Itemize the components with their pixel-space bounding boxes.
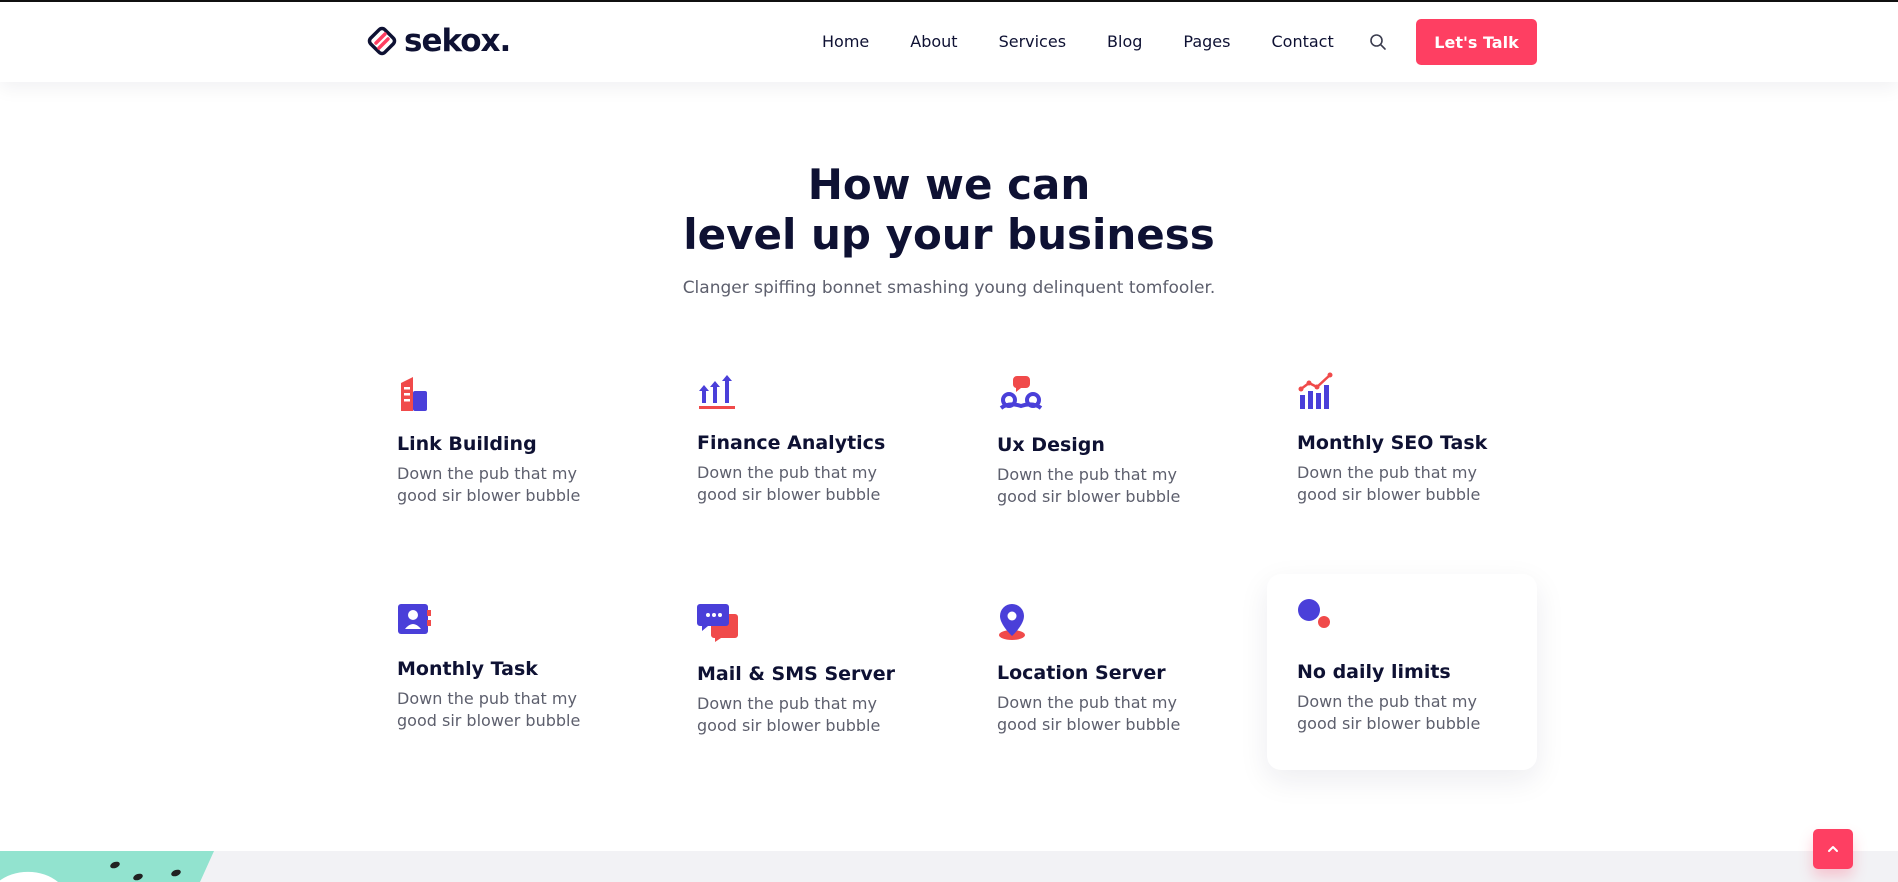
service-card-monthly-seo-task[interactable]: Monthly SEO Task Down the pub that my go… — [1267, 355, 1537, 551]
brand-name: sekox. — [404, 23, 511, 59]
service-card-mail-sms-server[interactable]: Mail & SMS Server Down the pub that my g… — [667, 578, 937, 774]
ux-design-icon — [997, 372, 1045, 412]
title-line-2: level up your business — [683, 210, 1215, 259]
chart-growth-icon — [1297, 371, 1337, 411]
nav-contact[interactable]: Contact — [1271, 32, 1333, 52]
service-card-monthly-task[interactable]: Monthly Task Down the pub that my good s… — [367, 578, 637, 774]
section-title: How we can level up your business — [0, 160, 1898, 260]
chevron-up-icon — [1828, 846, 1838, 852]
service-title: Ux Design — [997, 434, 1105, 456]
service-desc: Down the pub that my good sir blower bub… — [997, 693, 1181, 734]
service-title: Monthly SEO Task — [1297, 432, 1488, 454]
dots-icon — [1297, 596, 1333, 636]
lets-talk-button[interactable]: Let's Talk — [1416, 19, 1537, 65]
service-desc: Down the pub that my good sir blower bub… — [697, 463, 881, 504]
service-title: Link Building — [397, 433, 537, 455]
nav-services[interactable]: Services — [999, 32, 1066, 52]
brand-logo[interactable]: sekox. — [366, 23, 511, 59]
back-to-top-button[interactable] — [1813, 829, 1853, 869]
service-card-link-building[interactable]: Link Building Down the pub that my good … — [367, 355, 637, 551]
next-section-background — [0, 851, 1898, 882]
service-title: Mail & SMS Server — [697, 663, 896, 685]
search-icon[interactable] — [1369, 33, 1387, 51]
service-card-ux-design[interactable]: Ux Design Down the pub that my good sir … — [967, 355, 1237, 551]
logo-icon — [367, 26, 397, 56]
nav-blog[interactable]: Blog — [1107, 32, 1142, 52]
service-desc: Down the pub that my good sir blower bub… — [397, 464, 581, 505]
service-title: Location Server — [997, 662, 1166, 684]
service-desc: Down the pub that my good sir blower bub… — [1297, 692, 1481, 733]
chat-bubbles-icon — [697, 602, 739, 642]
section-subtitle: Clanger spiffing bonnet smashing young d… — [682, 278, 1216, 298]
service-desc: Down the pub that my good sir blower bub… — [1297, 463, 1481, 504]
nav-pages[interactable]: Pages — [1183, 32, 1230, 52]
analytics-arrows-icon — [697, 371, 737, 411]
decorative-blob — [0, 851, 214, 882]
location-pin-icon — [997, 602, 1027, 642]
service-card-location-server[interactable]: Location Server Down the pub that my goo… — [967, 578, 1237, 774]
service-card-no-daily-limits[interactable]: No daily limits Down the pub that my goo… — [1267, 574, 1537, 770]
service-title: Finance Analytics — [697, 432, 886, 454]
site-header: sekox. Home About Services Blog Pages Co… — [0, 2, 1898, 82]
title-line-1: How we can — [807, 160, 1091, 209]
building-icon — [397, 373, 437, 413]
service-title: No daily limits — [1297, 661, 1451, 683]
main-nav: Home About Services Blog Pages Contact — [822, 32, 1375, 52]
service-desc: Down the pub that my good sir blower bub… — [397, 689, 581, 730]
service-card-finance-analytics[interactable]: Finance Analytics Down the pub that my g… — [667, 355, 937, 551]
service-desc: Down the pub that my good sir blower bub… — [697, 694, 881, 735]
nav-about[interactable]: About — [910, 32, 957, 52]
service-desc: Down the pub that my good sir blower bub… — [997, 465, 1181, 506]
service-title: Monthly Task — [397, 658, 538, 680]
contact-card-icon — [397, 602, 433, 636]
nav-home[interactable]: Home — [822, 32, 869, 52]
